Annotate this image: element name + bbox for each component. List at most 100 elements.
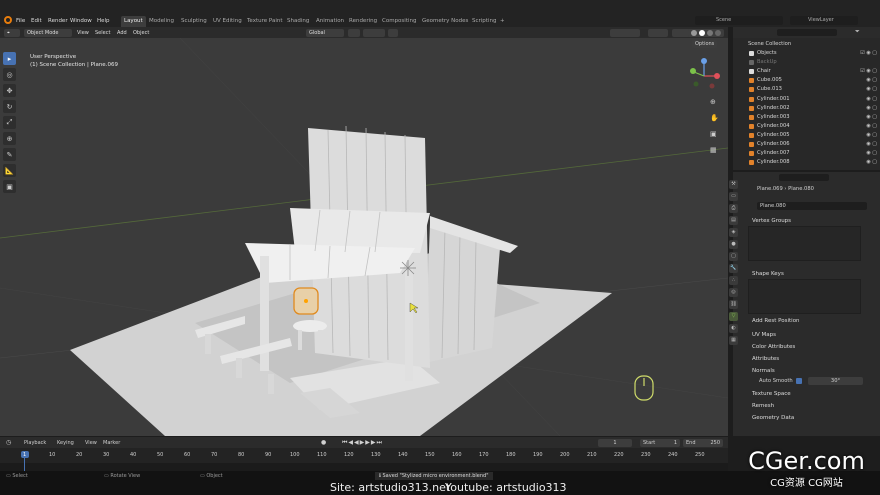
mode-dropdown[interactable]: Object Mode [24, 29, 72, 37]
pivot-icon[interactable] [348, 29, 360, 37]
end-frame-field[interactable]: End 250 [683, 439, 723, 447]
tab-texture-paint[interactable]: Texture Paint [244, 16, 286, 27]
visibility-eye-icon[interactable]: ☑ ◉ ▢ [860, 67, 877, 76]
filter-icon[interactable]: ⏷ [855, 28, 860, 36]
menu-file[interactable]: File [16, 16, 25, 26]
marker-menu[interactable]: Marker [103, 440, 120, 446]
editor-type-icon[interactable]: ⌖ [4, 29, 20, 37]
tab-shading[interactable]: Shading [284, 16, 312, 27]
tab-rendering[interactable]: Rendering [346, 16, 380, 27]
panel-color-attributes[interactable]: Color Attributes [733, 342, 880, 352]
tab-geometry-nodes[interactable]: Geometry Nodes [419, 16, 471, 27]
scale-tool-icon[interactable]: ⤢ [3, 116, 16, 129]
visibility-eye-icon[interactable]: ◉ ▢ [866, 149, 877, 158]
world-tab-icon[interactable]: ● [729, 240, 738, 249]
ortho-grid-icon[interactable]: ▦ [710, 142, 719, 158]
timeline-editor-icon[interactable]: ◷ [6, 439, 11, 446]
menu-object[interactable]: Object [133, 29, 149, 37]
cursor-tool-icon[interactable]: ◎ [3, 68, 16, 81]
select-tool-icon[interactable]: ▸ [3, 52, 16, 65]
add-rest-position-checkbox[interactable]: Add Rest Position [733, 316, 880, 326]
solid-shading-icon[interactable] [699, 30, 705, 36]
move-tool-icon[interactable]: ✥ [3, 84, 16, 97]
playback-menu[interactable]: Playback [24, 440, 46, 446]
mesh-name-field[interactable]: Plane.080 [757, 202, 867, 210]
x-axis-handle[interactable] [714, 73, 720, 79]
outliner-row[interactable]: Cylinder.006 ◉ ▢ [733, 140, 880, 149]
proportional-edit-icon[interactable] [388, 29, 398, 37]
outliner-row[interactable]: Chair ☑ ◉ ▢ [733, 67, 880, 76]
mesh-data-tab-icon[interactable]: ▽ [729, 312, 738, 321]
menu-render[interactable]: Render [48, 16, 68, 26]
tab-modeling[interactable]: Modeling [146, 16, 177, 27]
orientation-dropdown[interactable]: Global [306, 29, 344, 37]
tab-compositing[interactable]: Compositing [379, 16, 419, 27]
output-tab-icon[interactable]: ⎙ [729, 204, 738, 213]
outliner-row[interactable]: Cylinder.001 ◉ ▢ [733, 95, 880, 104]
outliner-row[interactable]: Cube.005 ◉ ▢ [733, 76, 880, 85]
panel-vertex-groups[interactable]: Vertex Groups [733, 216, 880, 226]
add-workspace-icon[interactable]: + [497, 16, 508, 27]
current-frame-field[interactable]: 1 [598, 439, 632, 447]
material-tab-icon[interactable]: ◐ [729, 324, 738, 333]
panel-remesh[interactable]: Remesh [733, 401, 880, 411]
visibility-eye-icon[interactable]: ◉ ▢ [866, 113, 877, 122]
shape-key-list[interactable] [748, 279, 861, 314]
rotate-tool-icon[interactable]: ↻ [3, 100, 16, 113]
navigation-gizmo[interactable] [686, 56, 722, 94]
camera-view-icon[interactable]: ▣ [710, 126, 719, 142]
outliner-row[interactable]: Objects ☑ ◉ ▢ [733, 49, 880, 58]
visibility-eye-icon[interactable]: ◉ ▢ [866, 158, 877, 167]
menu-add[interactable]: Add [117, 29, 127, 37]
object-tab-icon[interactable]: ▢ [729, 252, 738, 261]
outliner-row[interactable]: BackUp [733, 58, 880, 67]
blender-logo-icon[interactable] [4, 16, 12, 24]
overlays-icon[interactable] [648, 29, 668, 37]
outliner-row[interactable]: Cylinder.008 ◉ ▢ [733, 158, 880, 167]
annotate-tool-icon[interactable]: ✎ [3, 148, 16, 161]
visibility-eye-icon[interactable]: ◉ ▢ [866, 76, 877, 85]
constraints-tab-icon[interactable]: ⛓ [729, 300, 738, 309]
modifier-tab-icon[interactable]: 🔧 [729, 264, 738, 273]
panel-geometry-data[interactable]: Geometry Data [733, 413, 880, 423]
scene-selector[interactable]: Scene [695, 16, 783, 25]
keying-menu[interactable]: Keying [57, 440, 74, 446]
zoom-icon[interactable]: ⊕ [710, 94, 719, 110]
record-icon[interactable]: ● [321, 439, 326, 446]
add-cube-tool-icon[interactable]: ▣ [3, 180, 16, 193]
tab-sculpting[interactable]: Sculpting [178, 16, 210, 27]
measure-tool-icon[interactable]: 📐 [3, 164, 16, 177]
visibility-eye-icon[interactable]: ☑ ◉ ▢ [860, 49, 877, 58]
rendered-shading-icon[interactable] [715, 30, 721, 36]
panel-normals[interactable]: Normals [733, 366, 880, 376]
snap-icon[interactable] [363, 29, 385, 37]
particles-tab-icon[interactable]: ∴ [729, 276, 738, 285]
render-tab-icon[interactable]: ▭ [729, 192, 738, 201]
panel-attributes[interactable]: Attributes [733, 354, 880, 364]
tab-layout[interactable]: Layout [121, 16, 146, 27]
panel-shape-keys[interactable]: Shape Keys [733, 269, 880, 279]
outliner-row[interactable]: Cylinder.005 ◉ ▢ [733, 131, 880, 140]
vertex-group-list[interactable] [748, 226, 861, 261]
outliner-row[interactable]: Cube.013 ◉ ▢ [733, 85, 880, 94]
wireframe-shading-icon[interactable] [691, 30, 697, 36]
tool-tab-icon[interactable]: ⚒ [729, 180, 738, 189]
outliner-row[interactable]: Cylinder.007 ◉ ▢ [733, 149, 880, 158]
auto-smooth-angle-field[interactable]: 30° [808, 377, 863, 385]
tab-uv-editing[interactable]: UV Editing [210, 16, 245, 27]
texture-tab-icon[interactable]: ▦ [729, 336, 738, 345]
options-dropdown[interactable]: Options [692, 40, 718, 48]
panel-uv-maps[interactable]: UV Maps [733, 330, 880, 340]
tab-scripting[interactable]: Scripting [469, 16, 499, 27]
shading-modes[interactable] [688, 29, 724, 37]
view-layer-selector[interactable]: ViewLayer [790, 16, 858, 25]
menu-select[interactable]: Select [95, 29, 110, 37]
z-axis-handle[interactable] [701, 58, 707, 64]
material-shading-icon[interactable] [707, 30, 713, 36]
menu-help[interactable]: Help [97, 16, 110, 26]
3d-viewport[interactable]: User Perspective (1) Scene Collection | … [0, 38, 728, 436]
start-frame-field[interactable]: Start 1 [640, 439, 680, 447]
playback-controls[interactable]: ⏮◀◀▶▶▶⏭ [342, 439, 383, 447]
menu-edit[interactable]: Edit [31, 16, 42, 26]
visibility-eye-icon[interactable]: ◉ ▢ [866, 122, 877, 131]
